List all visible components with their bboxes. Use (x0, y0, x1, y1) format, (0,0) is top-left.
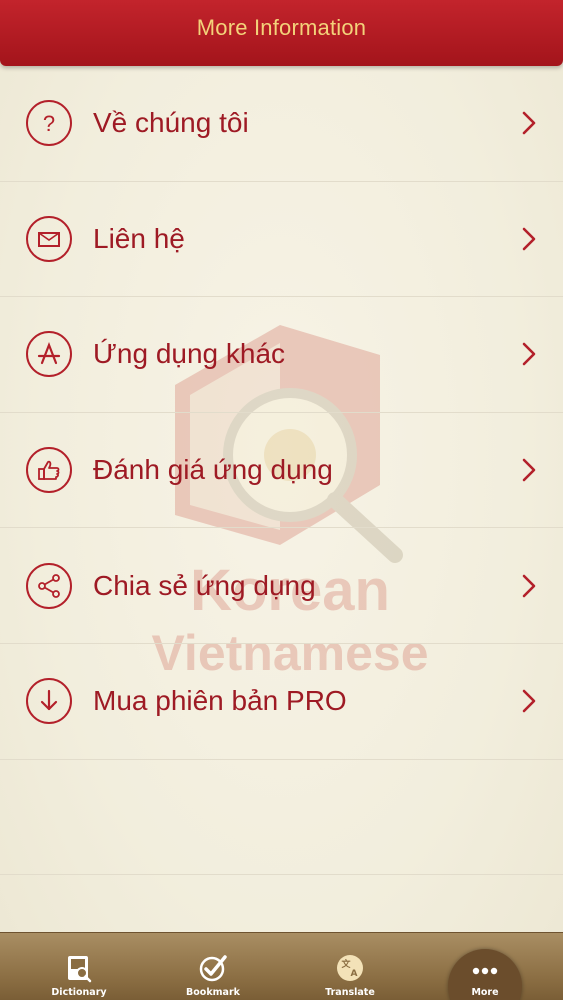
tab-label: Bookmark (186, 987, 240, 998)
chevron-right-icon (522, 111, 536, 135)
bookmark-check-icon (199, 955, 227, 982)
chevron-right-icon (522, 574, 536, 597)
chevron-right-icon (522, 458, 536, 482)
menu-item-contact[interactable]: Liên hệ (0, 182, 563, 298)
tab-bookmark[interactable]: Bookmark (168, 933, 258, 1000)
chevron-right-icon (522, 689, 536, 713)
tab-label: Translate (325, 987, 375, 998)
menu-item-label: Về chúng tôi (93, 107, 249, 139)
chevron-right-icon (522, 227, 536, 251)
mail-icon (26, 215, 72, 262)
app-store-icon (26, 331, 72, 378)
header-bar: More Information (0, 0, 563, 66)
tab-label: Dictionary (51, 987, 107, 998)
share-icon (26, 562, 72, 609)
tab-label: More (471, 987, 499, 998)
page-title: More Information (196, 15, 367, 40)
menu-item-about[interactable]: ? Về chúng tôi (0, 66, 563, 182)
svg-text:A: A (351, 969, 358, 979)
menu-item-label: Đánh giá ứng dụng (93, 454, 333, 486)
menu-item-label: Liên hệ (93, 222, 185, 254)
info-menu: ? Về chúng tôi Liên hệ Ứng dụng khác Đán… (0, 66, 563, 876)
tab-dictionary[interactable]: Dictionary (34, 933, 124, 1000)
question-icon: ? (26, 100, 72, 147)
menu-item-label: Mua phiên bản PRO (93, 685, 347, 717)
dictionary-icon (68, 956, 92, 983)
tab-translate[interactable]: 文 A Translate (305, 933, 395, 1000)
menu-item-label: Chia sẻ ứng dụng (93, 569, 316, 601)
menu-item-rate-app[interactable]: Đánh giá ứng dụng (0, 413, 563, 529)
thumbs-up-icon (26, 447, 72, 494)
more-dots-icon (472, 967, 498, 975)
menu-item-other-apps[interactable]: Ứng dụng khác (0, 297, 563, 413)
empty-row (0, 760, 563, 876)
menu-item-label: Ứng dụng khác (93, 338, 286, 370)
menu-item-buy-pro[interactable]: Mua phiên bản PRO (0, 644, 563, 760)
chevron-right-icon (522, 343, 536, 366)
download-icon (26, 678, 72, 725)
tab-more[interactable]: More (440, 933, 530, 1000)
tab-bar: Dictionary Bookmark 文 A Translate More (0, 932, 563, 1000)
svg-text:?: ? (43, 111, 55, 136)
translate-icon: 文 A (337, 955, 363, 981)
menu-item-share-app[interactable]: Chia sẻ ứng dụng (0, 528, 563, 644)
